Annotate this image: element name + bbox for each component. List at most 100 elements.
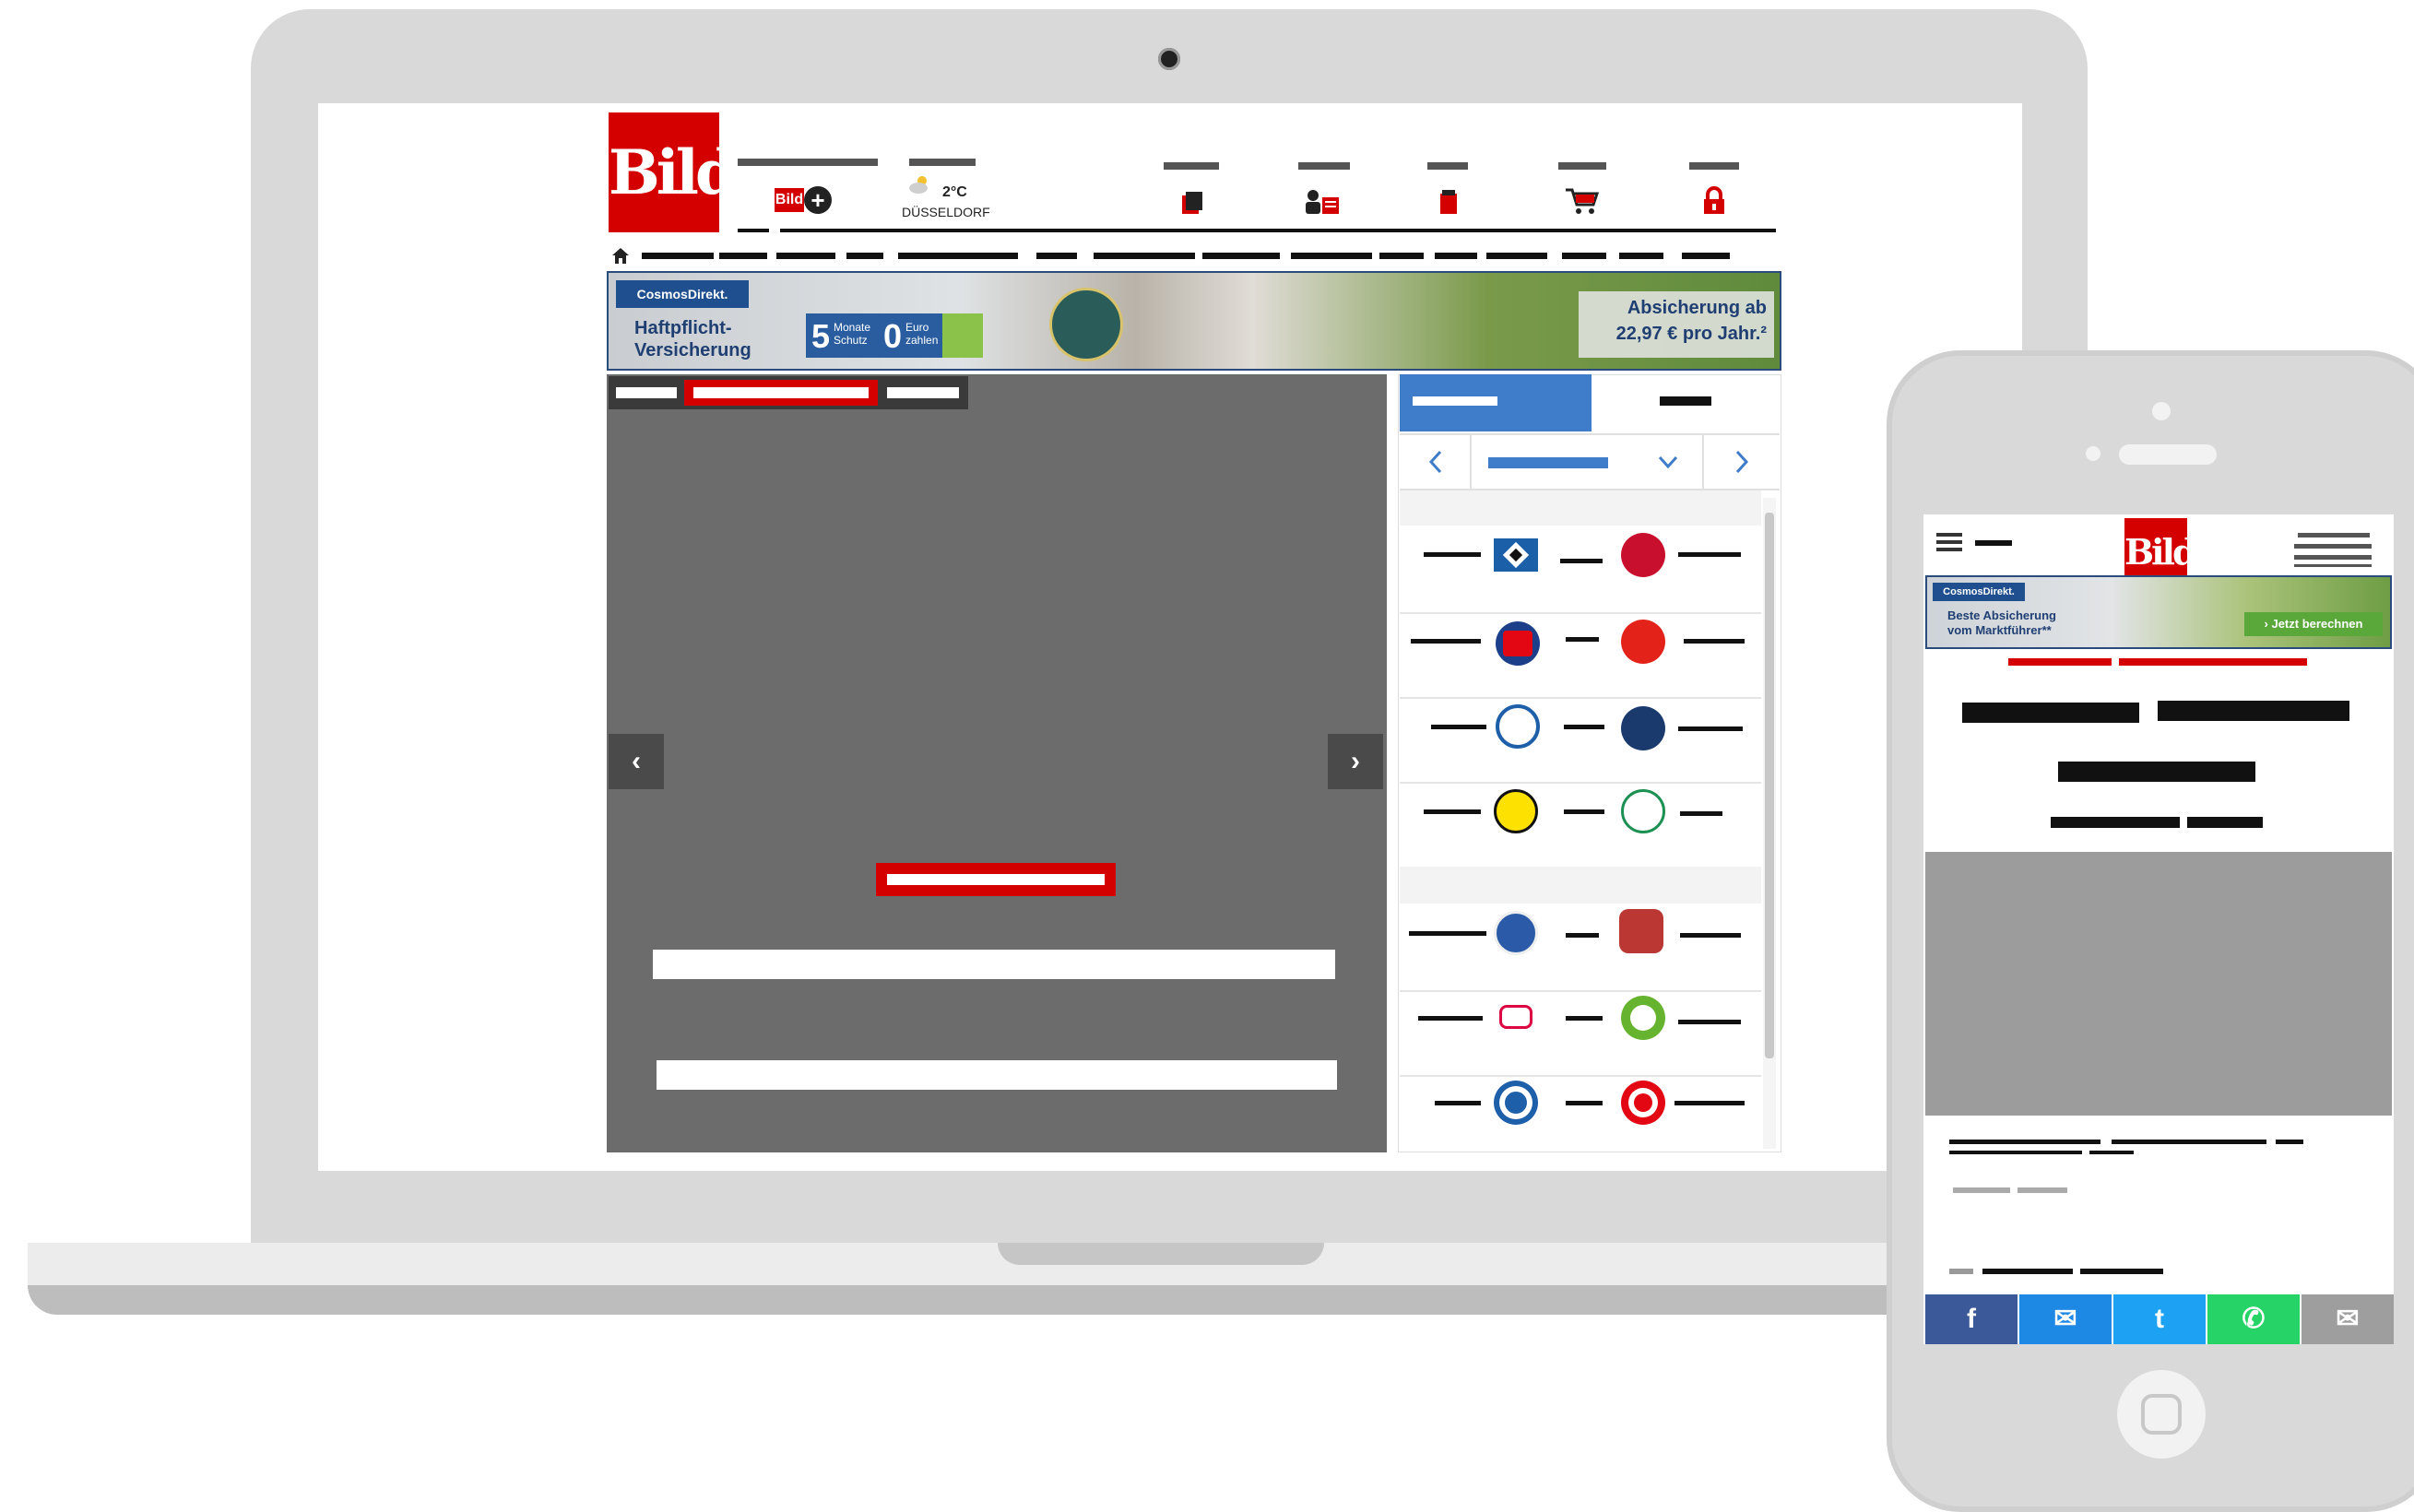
teaser-headline-line[interactable] (653, 950, 1335, 979)
share-whatsapp-button[interactable]: ✆ (2207, 1294, 2300, 1344)
score-placeholder (1564, 809, 1604, 814)
nav-item[interactable] (1435, 253, 1477, 259)
newspaper-icon[interactable] (1178, 188, 1206, 216)
header-link[interactable] (2294, 544, 2372, 549)
widget-scrollbar-thumb[interactable] (1765, 513, 1774, 1058)
bildplus-link[interactable]: Bild + (775, 184, 834, 216)
teaser-image[interactable] (1925, 852, 2392, 1116)
article-meta (2018, 1187, 2067, 1193)
widget-divider (1470, 435, 1472, 489)
nav-item[interactable] (1202, 253, 1280, 259)
nav-item[interactable] (642, 253, 714, 259)
facebook-icon: f (1967, 1304, 1976, 1334)
team-name (1674, 1101, 1745, 1105)
nav-item[interactable] (1291, 253, 1372, 259)
teaser-kicker-label (887, 874, 1105, 885)
teaser-headline-line[interactable] (1962, 703, 2139, 723)
slider-prev-button[interactable]: ‹ (609, 734, 664, 789)
user-news-icon[interactable] (1304, 188, 1341, 216)
teaser-slider[interactable] (607, 374, 1387, 1152)
werder-crest-icon (1621, 789, 1665, 833)
weather-city: DÜSSELDORF (902, 205, 990, 219)
share-facebook-button[interactable]: f (1925, 1294, 2018, 1344)
hamburger-icon[interactable] (1936, 531, 1962, 553)
nav-item[interactable] (1682, 253, 1730, 259)
weather-temperature: 2°C (942, 184, 967, 200)
header-link[interactable] (2294, 564, 2372, 567)
duisburg-crest-icon (1496, 704, 1540, 749)
mobile-cosmosdirekt-banner[interactable]: CosmosDirekt. Beste Absicherung vom Mark… (1925, 575, 2392, 649)
teaser-headline-line[interactable] (2158, 701, 2349, 721)
login-lock-icon[interactable] (1700, 186, 1728, 214)
shop-cart-icon[interactable] (1564, 186, 1601, 214)
match-row[interactable] (1400, 1075, 1761, 1160)
heidenheim-crest-icon (1496, 621, 1540, 666)
holstein-kiel-crest-icon (1494, 911, 1538, 955)
banner-offer-badge (942, 313, 983, 358)
share-email-button[interactable]: ✉ (2302, 1294, 2394, 1344)
nav-label-placeholder (1427, 162, 1468, 170)
matchday-selector[interactable] (1488, 457, 1608, 468)
chevron-right-icon[interactable] (1730, 448, 1752, 476)
header-link[interactable] (2294, 555, 2372, 560)
award-seal-icon (1049, 288, 1123, 361)
nav-label-placeholder (1558, 162, 1606, 170)
menu-label[interactable] (1975, 540, 2012, 546)
score-placeholder (1564, 725, 1604, 729)
article-text-line (1982, 1269, 2073, 1274)
phone-home-button[interactable] (2117, 1370, 2206, 1459)
date-header (1400, 490, 1761, 526)
share-twitter-button[interactable]: t (2113, 1294, 2206, 1344)
match-row[interactable] (1400, 527, 1761, 614)
chevron-left-icon[interactable] (1426, 448, 1448, 476)
weather-cloud-icon (907, 175, 933, 194)
team-name (1680, 933, 1741, 938)
laptop-camera (1158, 48, 1180, 70)
kickoff-time (1424, 552, 1481, 557)
slider-tab[interactable] (887, 387, 959, 398)
nav-item[interactable] (1036, 253, 1077, 259)
nav-item[interactable] (1619, 253, 1663, 259)
score-placeholder (1566, 933, 1599, 938)
nav-item[interactable] (1486, 253, 1547, 259)
widget-tab-label[interactable] (1660, 396, 1711, 406)
teaser-subline[interactable] (2051, 817, 2180, 828)
laptop-base-shadow (28, 1285, 2148, 1315)
bild-logo[interactable]: Bild (609, 112, 738, 232)
match-row[interactable] (1400, 612, 1761, 699)
nav-item[interactable] (898, 253, 1018, 259)
epaper-icon[interactable] (1435, 188, 1462, 216)
teaser-headline-line[interactable] (657, 1060, 1337, 1090)
match-row[interactable] (1400, 782, 1761, 868)
match-row[interactable] (1400, 990, 1761, 1077)
kickoff-time (1431, 725, 1486, 729)
teaser-subline[interactable] (2187, 817, 2263, 828)
phone-camera (2152, 402, 2171, 420)
banner-offer-box: 5 Monate Schutz 0 Euro zahlen (806, 313, 983, 358)
home-icon[interactable] (610, 245, 631, 266)
share-messenger-button[interactable]: ✉ (2019, 1294, 2112, 1344)
chevron-down-icon[interactable] (1656, 448, 1680, 476)
nav-item[interactable] (719, 253, 767, 259)
banner-claim: Absicherung ab 22,97 € pro Jahr.² (1579, 291, 1774, 358)
teaser-headline-line[interactable] (2058, 762, 2255, 782)
nav-item[interactable] (1379, 253, 1424, 259)
article-text-line (2080, 1269, 2163, 1274)
match-row[interactable] (1400, 697, 1761, 784)
cosmosdirekt-banner[interactable]: CosmosDirekt. Haftpflicht- Versicherung … (607, 271, 1781, 371)
mobile-banner-cta[interactable]: › Jetzt berechnen (2244, 612, 2383, 636)
banner-months: 5 (811, 317, 831, 355)
slider-tab[interactable] (616, 387, 677, 398)
team-name (1684, 639, 1745, 644)
team-name (1678, 726, 1743, 731)
twitter-icon: t (2155, 1304, 2164, 1334)
chevron-left-icon: ‹ (632, 746, 641, 776)
match-row[interactable] (1400, 905, 1761, 992)
nav-item[interactable] (846, 253, 883, 259)
header-link[interactable] (2298, 533, 2370, 537)
banner-product: Haftpflicht- Versicherung (634, 318, 751, 360)
nav-item[interactable] (1094, 253, 1195, 259)
nav-item[interactable] (776, 253, 835, 259)
slider-next-button[interactable]: › (1328, 734, 1383, 789)
nav-item[interactable] (1562, 253, 1606, 259)
